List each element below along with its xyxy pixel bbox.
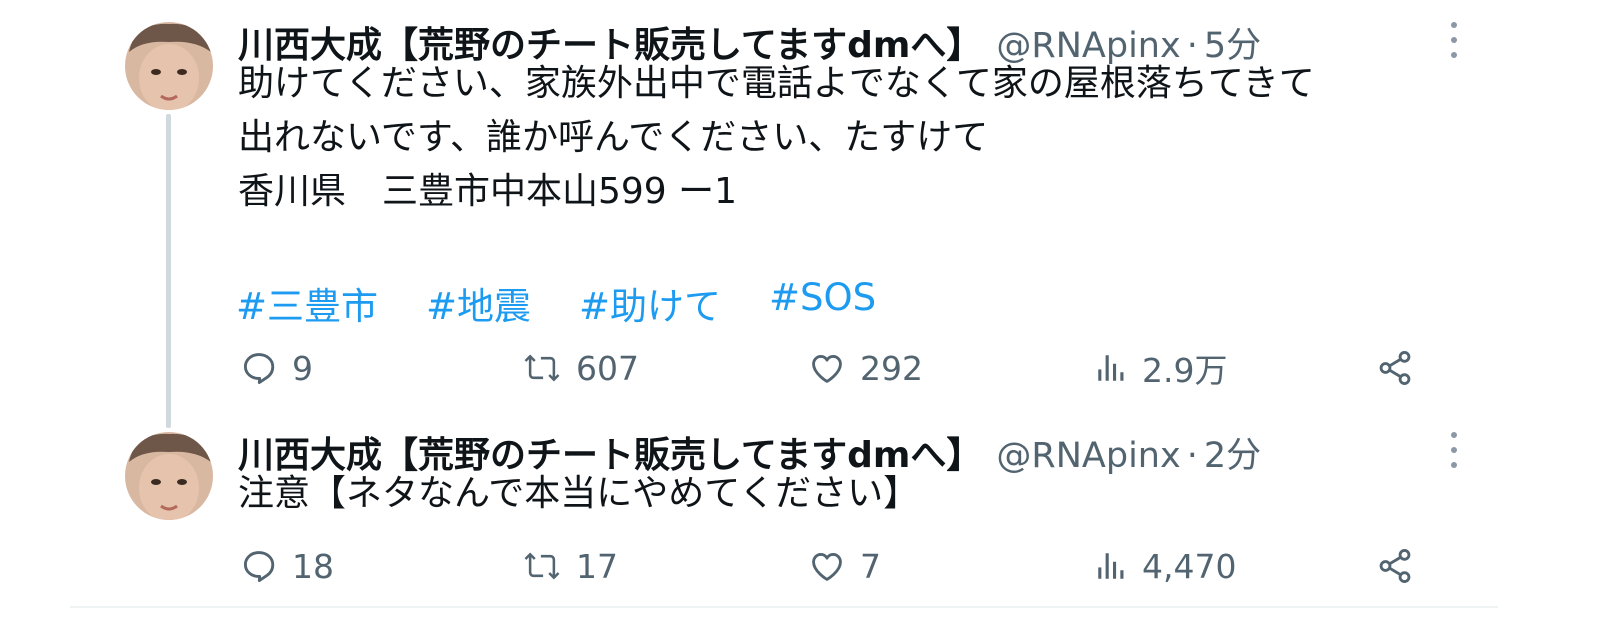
tweet-timestamp[interactable]: 2分 [1204, 427, 1261, 478]
tweet-timestamp[interactable]: 5分 [1204, 17, 1261, 68]
hashtag-link[interactable]: #地震 [426, 276, 531, 328]
views-icon [1094, 549, 1128, 583]
reply-icon [240, 547, 278, 585]
views-button[interactable]: 2.9万 [1094, 346, 1227, 390]
like-icon [808, 349, 846, 387]
tweet-thread: 川西大成【荒野のチート販売してますdmへ】 @RNApinx · 5分 助けてく… [0, 0, 1600, 632]
like-button[interactable]: 292 [808, 346, 923, 390]
tweet-text-line: 助けてください、家族外出中で電話よでなくて家の屋根落ちてきて [238, 63, 1315, 104]
tweet-actions: 9 607 292 2.9万 [0, 346, 1600, 390]
reply-icon [240, 349, 278, 387]
views-button[interactable]: 4,470 [1094, 544, 1236, 588]
retweet-count: 607 [576, 348, 639, 388]
tweet-actions: 18 17 7 4,470 [0, 544, 1600, 588]
tweet-text-line: 香川県 三豊市中本山599 ー1 [238, 171, 738, 212]
reply-count: 18 [292, 546, 334, 586]
hashtag-list: #三豊市 #地震 #助けて #SOS [236, 276, 924, 328]
like-count: 7 [860, 546, 881, 586]
views-count: 2.9万 [1142, 351, 1228, 390]
like-icon [808, 547, 846, 585]
retweet-icon [522, 547, 562, 585]
share-button[interactable] [1376, 346, 1414, 390]
reply-button[interactable]: 18 [240, 544, 334, 588]
more-icon[interactable] [1442, 22, 1466, 58]
tweet-text-line: 出れないです、誰か呼んでください、たすけて [238, 117, 989, 158]
tweet-header: 川西大成【荒野のチート販売してますdmへ】 @RNApinx · 5分 [238, 16, 1261, 66]
display-name[interactable]: 川西大成【荒野のチート販売してますdmへ】 [238, 16, 982, 68]
like-count: 292 [860, 348, 923, 388]
avatar[interactable] [125, 432, 213, 520]
avatar[interactable] [125, 22, 213, 110]
views-count: 4,470 [1142, 546, 1237, 586]
tweet-text-line: 注意【ネタなんで本当にやめてください】 [238, 473, 920, 514]
retweet-button[interactable]: 607 [522, 346, 639, 390]
reply-count: 9 [292, 348, 313, 388]
retweet-icon [522, 349, 562, 387]
display-name[interactable]: 川西大成【荒野のチート販売してますdmへ】 [238, 426, 982, 478]
views-icon [1094, 351, 1128, 385]
hashtag-link[interactable]: #SOS [769, 276, 876, 319]
like-button[interactable]: 7 [808, 544, 881, 588]
tweet[interactable]: 川西大成【荒野のチート販売してますdmへ】 @RNApinx · 2分 注意【ネ… [0, 420, 1600, 606]
hashtag-link[interactable]: #助けて [579, 276, 721, 328]
more-icon[interactable] [1442, 432, 1466, 468]
share-icon [1376, 349, 1414, 387]
retweet-button[interactable]: 17 [522, 544, 618, 588]
divider [70, 606, 1498, 608]
separator-dot: · [1186, 436, 1198, 476]
user-handle[interactable]: @RNApinx [996, 26, 1180, 66]
user-handle[interactable]: @RNApinx [996, 436, 1180, 476]
hashtag-link[interactable]: #三豊市 [236, 276, 378, 328]
share-icon [1376, 547, 1414, 585]
separator-dot: · [1186, 26, 1198, 66]
retweet-count: 17 [576, 546, 618, 586]
share-button[interactable] [1376, 544, 1414, 588]
tweet-header: 川西大成【荒野のチート販売してますdmへ】 @RNApinx · 2分 [238, 426, 1261, 476]
reply-button[interactable]: 9 [240, 346, 313, 390]
tweet[interactable]: 川西大成【荒野のチート販売してますdmへ】 @RNApinx · 5分 助けてく… [0, 0, 1600, 420]
